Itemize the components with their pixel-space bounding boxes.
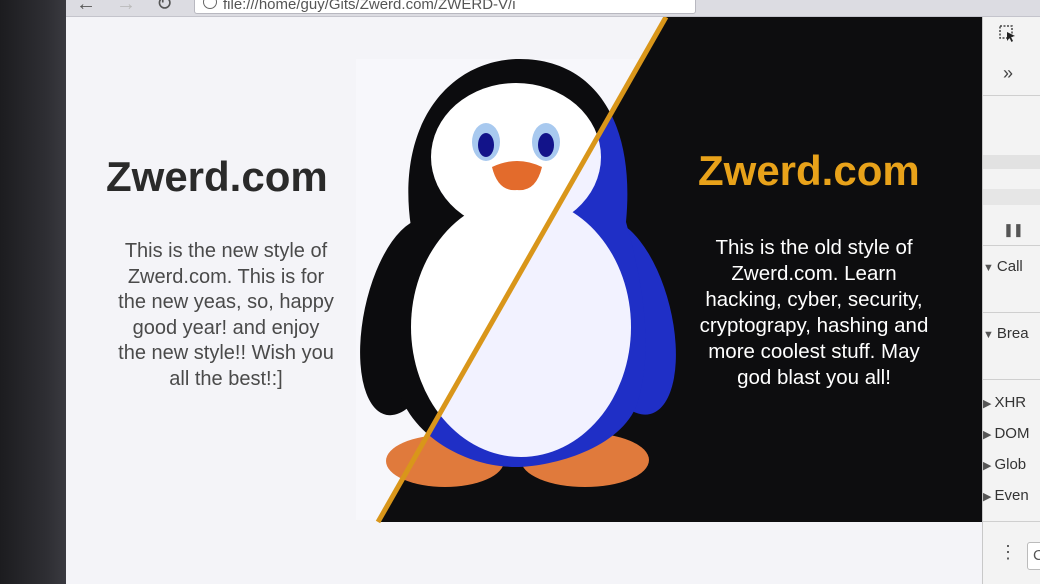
page-bottom-area <box>66 522 982 584</box>
more-icon[interactable]: ⋮ <box>999 543 1017 561</box>
page-content: Zwerd.com This is the new style of Zwerd… <box>66 17 982 584</box>
triangle-right-icon: ▶ <box>983 491 992 503</box>
xhr-breakpoints-section[interactable]: ▶ XHR <box>983 394 1040 411</box>
monitor-bezel <box>0 0 66 584</box>
old-style-title: Zwerd.com <box>698 147 920 194</box>
call-stack-section[interactable]: ▼ Call <box>983 258 1040 275</box>
global-listeners-section[interactable]: ▶ Glob <box>983 456 1040 473</box>
old-style-text: This is the old style of Zwerd.com. Lear… <box>699 236 929 389</box>
console-input[interactable]: C <box>1027 542 1040 570</box>
triangle-right-icon: ▶ <box>983 429 992 441</box>
address-bar[interactable]: file:///home/guy/Gits/Zwerd.com/ZWERD-V/… <box>194 0 696 14</box>
triangle-right-icon: ▶ <box>983 398 992 410</box>
forward-arrow-icon[interactable]: → <box>116 0 136 14</box>
triangle-down-icon: ▼ <box>983 262 994 274</box>
chevrons-icon[interactable]: » <box>1003 63 1013 84</box>
triangle-down-icon: ▼ <box>983 329 994 341</box>
breakpoints-section[interactable]: ▼ Brea <box>983 325 1040 342</box>
pause-icon[interactable]: ❚❚ <box>1003 222 1024 238</box>
browser-toolbar: ← → ↻ file:///home/guy/Gits/Zwerd.com/ZW… <box>66 0 1040 17</box>
url-text: file:///home/guy/Gits/Zwerd.com/ZWERD-V/… <box>223 0 516 13</box>
devtools-panel: » ❚❚ ▼ Call ▼ Brea ▶ XHR ▶ DOM ▶ Glob ▶ Even ⋮… <box>982 17 1040 584</box>
dom-breakpoints-section[interactable]: ▶ DOM <box>983 425 1040 442</box>
reload-icon[interactable]: ↻ <box>156 0 173 14</box>
info-icon[interactable] <box>203 0 217 9</box>
inspect-icon[interactable] <box>999 25 1017 43</box>
triangle-right-icon: ▶ <box>983 460 992 472</box>
back-arrow-icon[interactable]: ← <box>76 0 96 14</box>
browser-window: ← → ↻ file:///home/guy/Gits/Zwerd.com/ZW… <box>66 0 1040 584</box>
event-listeners-section[interactable]: ▶ Even <box>983 487 1040 504</box>
